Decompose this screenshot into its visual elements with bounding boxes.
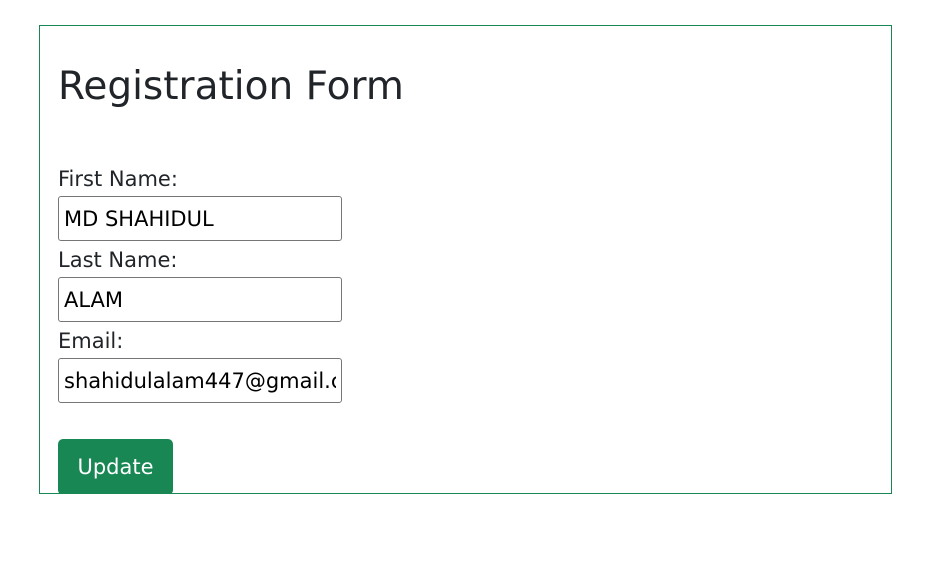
email-label: Email:	[58, 329, 124, 353]
update-button[interactable]: Update	[58, 439, 173, 493]
registration-form: Registration Form First Name: Last Name:…	[39, 25, 892, 494]
last-name-field[interactable]	[58, 277, 342, 322]
form-title: Registration Form	[58, 64, 404, 109]
first-name-label: First Name:	[58, 167, 178, 191]
first-name-field[interactable]	[58, 196, 342, 241]
email-field[interactable]	[58, 358, 342, 403]
last-name-label: Last Name:	[58, 248, 178, 272]
